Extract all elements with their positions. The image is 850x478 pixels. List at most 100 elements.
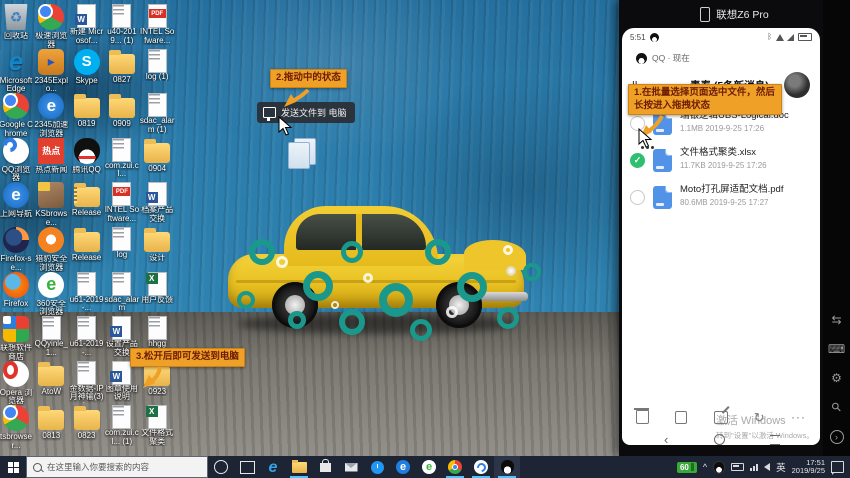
app2345-icon [38,49,64,75]
home-icon[interactable] [714,434,725,445]
desktop-icon-word[interactable]: 新建 Microsof... [69,4,105,45]
desktop-icon-folder[interactable]: 0813 [33,405,69,441]
avatar[interactable] [784,72,810,98]
desktop-icon-text[interactable]: com.zui.cl... [104,138,140,179]
desktop-icon-folder[interactable]: 0909 [104,93,140,129]
desktop-icon-brown[interactable]: KSbrowse... [33,182,69,227]
delete-icon[interactable] [636,410,649,424]
desktop-icon-firefox-dark[interactable]: Firefox-se... [0,227,34,272]
settings-gear-icon[interactable]: ⚙ [831,372,842,384]
taskbar-app-edge[interactable]: e [260,456,286,478]
phone-window-titlebar[interactable]: 联想Z6 Pro [619,0,850,28]
battery-widget[interactable]: 60 [677,462,697,473]
tray-network-icon[interactable] [750,464,758,471]
more-icon[interactable]: ··· [791,410,806,424]
desktop-icon-qq[interactable]: 腾讯QQ [69,138,105,175]
desktop-icon-word[interactable]: 档案产品交换 [139,182,175,223]
desktop-icon-text[interactable]: sdac_alarm [104,272,140,313]
desktop-icon-green-e[interactable]: 360安全浏览器 [33,272,69,317]
copy-icon[interactable] [675,411,687,424]
desktop-icon-pdf[interactable]: INTEL Software... [104,182,140,223]
cortana-icon [214,460,228,474]
taskbar-search-box[interactable]: 在这里输入你要搜索的内容 [26,456,208,478]
qq-icon [74,138,100,164]
desktop-icon-text[interactable]: com.zui.cl... (1) [104,405,140,446]
screen: 回收站极速浏览器新建 Microsof...u40-2019... (1)INT… [0,0,850,478]
taskbar-app-browser-2345[interactable]: e [390,456,416,478]
desktop-icon-store4[interactable]: 联想软件商店 [0,316,34,361]
wall-ring [288,311,306,329]
checkbox-unchecked-icon[interactable] [630,190,645,205]
desktop-icon-folder[interactable]: AtoW [33,361,69,397]
pin-icon[interactable]: ⚲ [829,400,844,415]
taskbar-app-qq-browser[interactable] [468,456,494,478]
back-icon[interactable]: ‹ [664,432,668,445]
desktop-icon-chrome[interactable]: tsbrowser... [0,405,34,450]
rotate-icon[interactable]: ⇆ [831,314,841,326]
tray-battery-icon[interactable] [731,463,744,471]
desktop-icon-blue-e[interactable]: 上网导航 [0,182,34,219]
desktop-icon-label: Opera 浏览器 [0,389,34,406]
desktop-icon-folder[interactable]: 0819 [69,93,105,129]
hidden-icons-chevron[interactable]: ^ [703,462,707,472]
desktop-icon-excel[interactable]: 用户反馈 [139,272,175,305]
desktop-icon-text[interactable]: u40-2019... (1) [104,4,140,45]
ime-indicator[interactable]: 英 [776,460,786,474]
desktop-icon-swirl[interactable]: QQ浏览器 [0,138,34,183]
desktop-icon-word[interactable]: 图章使用说明 [104,361,140,402]
desktop-icon-leopard[interactable]: 猎豹安全浏览器 [33,227,69,272]
desktop-icon-text[interactable]: u61-2019-... [69,316,105,357]
tray-qq-icon[interactable] [713,461,725,474]
taskbar-app-chrome[interactable] [442,456,468,478]
desktop-icon-text[interactable]: 金数据-IP月神输(3)(... [69,361,105,403]
taskbar-app-cortana[interactable] [208,456,234,478]
taskbar-app-app-2345[interactable] [364,456,390,478]
file-row[interactable]: Moto打孔屏适配文档.pdf80.6MB 2019-9-25 17:27 [630,184,814,218]
taskbar-clock[interactable]: 17:51 2019/9/25 [792,459,825,476]
desktop-icon-excel[interactable]: 文件格式聚类 [139,405,175,446]
file-row[interactable]: ✓文件格式聚类.xlsx11.7KB 2019-9-25 17:26 [630,147,814,181]
desktop-icon-opera[interactable]: Opera 浏览器 [0,361,34,406]
taskbar-app-qq[interactable] [494,456,520,478]
desktop-icon-chrome[interactable]: Google Chrome [0,93,34,138]
tray-volume-icon[interactable] [764,463,770,471]
desktop-icon-chrome[interactable]: 极速浏览器 [33,4,69,49]
desktop-icon-text[interactable]: log (1) [139,49,175,82]
wall-ring [341,241,363,263]
desktop-icon-app2345[interactable]: 2345Explo... [33,49,69,94]
folder-icon [38,366,64,386]
text-icon [77,316,96,340]
rename-icon[interactable] [714,411,728,424]
desktop-icon-hot[interactable]: 热点新闻 [33,138,69,175]
desktop-icon-text[interactable]: log [104,227,140,260]
desktop-icon-skype[interactable]: Skype [69,49,105,86]
action-center-icon[interactable] [831,461,844,473]
desktop-icon-folder-zip[interactable]: Release [69,182,105,218]
taskbar-app-task-view[interactable] [234,456,260,478]
taskbar-app-file-explorer[interactable] [286,456,312,478]
desktop-icon-text[interactable]: QQyinle_1... [33,316,69,357]
annotation-arrow-2 [282,88,312,110]
desktop-icon-blue-e[interactable]: 2345加速浏览器 [33,93,69,138]
taskbar-app-store[interactable] [312,456,338,478]
desktop-icon-edge[interactable]: Microsoft Edge [0,49,34,94]
desktop-icon-folder[interactable]: 0904 [139,138,175,174]
keyboard-icon[interactable]: ⌨ [828,343,845,355]
desktop-icon-folder[interactable]: 0823 [69,405,105,441]
desktop-icon-folder[interactable]: 0827 [104,49,140,85]
desktop-icon-text[interactable]: sdac_alarm (1) [139,93,175,134]
taskbar-app-mail[interactable] [338,456,364,478]
start-button[interactable] [0,456,26,478]
desktop-icon-folder[interactable]: Release [69,227,105,263]
desktop-icon-firefox[interactable]: Firefox [0,272,34,309]
expand-icon[interactable]: › [830,430,844,444]
desktop-icon-text[interactable]: hhgg [139,316,175,349]
forward-icon[interactable]: ↻ [754,411,765,424]
checkbox-checked-icon[interactable]: ✓ [630,153,645,168]
recents-icon[interactable] [770,435,780,445]
desktop-icon-text[interactable]: u61-2019-... [69,272,105,313]
taskbar-app-browser-360[interactable]: e [416,456,442,478]
desktop-icon-pdf[interactable]: INTEL Sofware... [139,4,175,45]
desktop-icon-folder[interactable]: 设计 [139,227,175,263]
desktop-icon-recycle[interactable]: 回收站 [0,4,34,41]
